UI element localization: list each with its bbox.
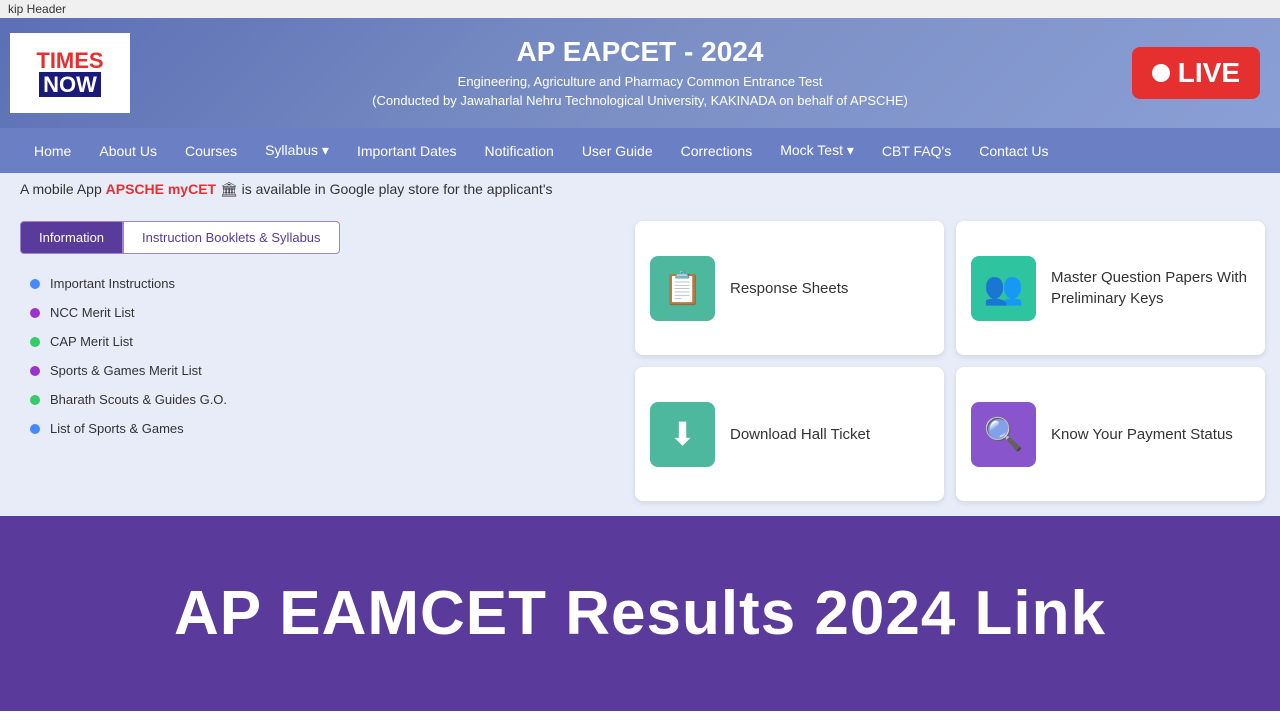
nav-item[interactable]: CBT FAQ's [868,128,965,173]
main-content: InformationInstruction Booklets & Syllab… [0,206,1280,516]
nav-item[interactable]: Important Dates [343,128,471,173]
nav-item[interactable]: Home [20,128,85,173]
card[interactable]: 🔍 Know Your Payment Status [956,367,1265,501]
logo-times: TIMES NOW [36,49,103,97]
list-item[interactable]: CAP Merit List [30,327,590,356]
card-icon: 🔍 [971,402,1036,467]
tab[interactable]: Information [20,221,123,254]
list-item-label: Important Instructions [50,276,175,291]
tab[interactable]: Instruction Booklets & Syllabus [123,221,339,254]
site-title: AP EAPCET - 2024 [372,36,908,68]
bottom-banner: AP EAMCET Results 2024 Link [0,516,1280,711]
card-label: Response Sheets [730,278,848,299]
list-item-label: Sports & Games Merit List [50,363,202,378]
nav-item[interactable]: Notification [471,128,568,173]
list-item-dot [30,308,40,318]
list-item-dot [30,424,40,434]
live-badge: LIVE [1132,47,1260,99]
list-item[interactable]: Bharath Scouts & Guides G.O. [30,385,590,414]
nav-item[interactable]: Syllabus ▾ [251,128,343,173]
marquee-text-before: A mobile App [20,181,106,197]
navbar: HomeAbout UsCoursesSyllabus ▾Important D… [0,128,1280,173]
nav-item[interactable]: About Us [85,128,171,173]
list-item-dot [30,337,40,347]
logo-box: TIMES NOW [10,33,130,113]
list-item-dot [30,395,40,405]
info-list: Important Instructions NCC Merit List CAP … [20,269,600,443]
nav-item[interactable]: Mock Test ▾ [766,128,868,173]
list-item-dot [30,366,40,376]
list-item-label: List of Sports & Games [50,421,184,436]
skip-header: kip Header [0,0,1280,18]
card-icon: 👥 [971,256,1036,321]
list-item[interactable]: NCC Merit List [30,298,590,327]
marquee-banner: A mobile App APSCHE myCET 🏛 is available… [0,173,1280,206]
marquee-link[interactable]: APSCHE myCET [106,181,216,197]
nav-item[interactable]: Contact Us [965,128,1062,173]
header-title: AP EAPCET - 2024 Engineering, Agricultur… [372,36,908,111]
site-header: TIMES NOW AP EAPCET - 2024 Engineering, … [0,18,1280,128]
card[interactable]: ⬇ Download Hall Ticket [635,367,944,501]
list-item[interactable]: List of Sports & Games [30,414,590,443]
left-panel: InformationInstruction Booklets & Syllab… [0,206,620,516]
logo-now: NOW [39,72,101,97]
tabs-bar: InformationInstruction Booklets & Syllab… [20,221,600,254]
nav-item[interactable]: User Guide [568,128,667,173]
list-item-label: Bharath Scouts & Guides G.O. [50,392,227,407]
card[interactable]: 📋 Response Sheets [635,221,944,355]
list-item-label: CAP Merit List [50,334,133,349]
list-item[interactable]: Important Instructions [30,269,590,298]
card-icon: ⬇ [650,402,715,467]
list-item-label: NCC Merit List [50,305,135,320]
card-label: Know Your Payment Status [1051,424,1233,445]
live-dot [1152,64,1170,82]
list-item[interactable]: Sports & Games Merit List [30,356,590,385]
card-label: Download Hall Ticket [730,424,870,445]
marquee-text-after: 🏛 is available in Google play store for … [220,181,553,197]
logo-area: TIMES NOW [10,33,130,113]
site-subtitle2: (Conducted by Jawaharlal Nehru Technolog… [372,91,908,111]
card[interactable]: 👥 Master Question Papers With Preliminary… [956,221,1265,355]
list-item-dot [30,279,40,289]
nav-item[interactable]: Corrections [667,128,767,173]
card-icon: 📋 [650,256,715,321]
right-panel: 📋 Response Sheets 👥 Master Question Papers … [620,206,1280,516]
bottom-banner-text: AP EAMCET Results 2024 Link [174,578,1106,649]
card-label: Master Question Papers With Preliminary … [1051,267,1250,309]
live-label: LIVE [1178,57,1240,89]
site-subtitle1: Engineering, Agriculture and Pharmacy Co… [372,72,908,92]
nav-item[interactable]: Courses [171,128,251,173]
